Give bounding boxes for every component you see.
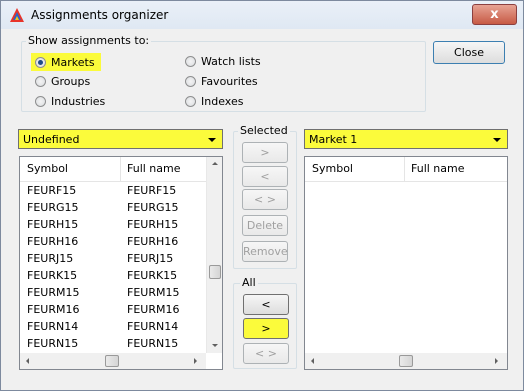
assignments-organizer-window: Assignments organizer x Show assignments… bbox=[0, 0, 524, 391]
radio-groups[interactable]: Groups bbox=[35, 73, 90, 89]
symbol-cell: FEURK15 bbox=[27, 269, 78, 282]
table-row[interactable]: FEURG15 FEURG15 bbox=[20, 199, 206, 216]
show-assignments-legend: Show assignments to: bbox=[26, 34, 152, 47]
scroll-down-icon[interactable] bbox=[212, 344, 218, 347]
all-group: All < > < > bbox=[233, 276, 297, 369]
table-row[interactable]: FEURF15 FEURF15 bbox=[20, 182, 206, 199]
table-row[interactable]: FEURN14 FEURN14 bbox=[20, 318, 206, 335]
column-divider bbox=[120, 157, 121, 181]
left-vertical-scrollbar[interactable] bbox=[206, 157, 222, 353]
left-hscroll-thumb[interactable] bbox=[105, 355, 119, 367]
scroll-right-icon[interactable] bbox=[194, 358, 197, 364]
left-symbol-column-header[interactable]: Symbol bbox=[27, 162, 68, 175]
symbol-cell: FEURH16 bbox=[27, 235, 79, 248]
radio-markets-indicator bbox=[35, 56, 46, 68]
full-name-cell: FEURK15 bbox=[127, 269, 178, 282]
radio-watch-lists-label: Watch lists bbox=[201, 54, 261, 68]
left-fullname-column-header[interactable]: Full name bbox=[127, 162, 181, 175]
left-combo-value: Undefined bbox=[23, 133, 80, 146]
radio-watch-lists[interactable]: Watch lists bbox=[185, 53, 261, 69]
radio-industries-label: Industries bbox=[51, 94, 106, 108]
all-move-right-button[interactable]: > bbox=[243, 318, 289, 339]
all-legend: All bbox=[240, 276, 258, 289]
close-button[interactable]: Close bbox=[433, 41, 505, 64]
title-bar: Assignments organizer x bbox=[1, 1, 523, 29]
table-row[interactable]: FEURK15 FEURK15 bbox=[20, 267, 206, 284]
radio-industries[interactable]: Industries bbox=[35, 93, 105, 109]
symbol-cell: FEURH15 bbox=[27, 218, 79, 231]
full-name-cell: FEURH16 bbox=[127, 235, 179, 248]
table-row[interactable]: FEURN15 FEURN15 bbox=[20, 335, 206, 352]
scroll-left-icon[interactable] bbox=[26, 358, 29, 364]
radio-watch-lists-indicator bbox=[185, 55, 196, 67]
symbol-cell: FEURM15 bbox=[27, 286, 80, 299]
selected-move-left-button[interactable]: < bbox=[242, 166, 288, 187]
scroll-up-icon[interactable] bbox=[212, 162, 218, 165]
right-hscroll-thumb[interactable] bbox=[399, 355, 413, 367]
full-name-cell: FEURM16 bbox=[127, 303, 180, 316]
selected-swap-button[interactable]: < > bbox=[242, 189, 288, 210]
radio-favourites-indicator bbox=[185, 75, 196, 87]
left-horizontal-scrollbar[interactable] bbox=[20, 353, 206, 369]
table-row[interactable]: FEURH15 FEURH15 bbox=[20, 216, 206, 233]
chevron-down-icon bbox=[208, 138, 216, 142]
window-close-button[interactable]: x bbox=[472, 4, 517, 25]
radio-favourites[interactable]: Favourites bbox=[185, 73, 258, 89]
full-name-cell: FEURM15 bbox=[127, 286, 180, 299]
symbol-cell: FEURN15 bbox=[27, 337, 79, 350]
all-move-left-button[interactable]: < bbox=[243, 294, 289, 315]
scroll-left-icon[interactable] bbox=[311, 358, 314, 364]
symbol-cell: FEURN14 bbox=[27, 320, 79, 333]
full-name-cell: FEURH15 bbox=[127, 218, 179, 231]
radio-industries-indicator bbox=[35, 95, 46, 107]
selected-move-right-button[interactable]: > bbox=[242, 142, 288, 163]
radio-markets[interactable]: Markets bbox=[31, 53, 101, 71]
full-name-cell: FEURN15 bbox=[127, 337, 179, 350]
left-vscroll-thumb[interactable] bbox=[209, 265, 221, 279]
table-row[interactable]: FEURJ15 FEURJ15 bbox=[20, 250, 206, 267]
table-row[interactable]: FEURH16 FEURH16 bbox=[20, 233, 206, 250]
symbol-cell: FEURG15 bbox=[27, 201, 79, 214]
right-symbol-column-header[interactable]: Symbol bbox=[312, 162, 353, 175]
full-name-cell: FEURN14 bbox=[127, 320, 179, 333]
selected-group: Selected > < < > Delete Remove bbox=[233, 124, 297, 269]
symbol-cell: FEURJ15 bbox=[27, 252, 74, 265]
delete-button[interactable]: Delete bbox=[242, 215, 288, 236]
radio-favourites-label: Favourites bbox=[201, 74, 258, 88]
full-name-cell: FEURF15 bbox=[127, 184, 177, 197]
radio-groups-label: Groups bbox=[51, 74, 91, 88]
column-divider bbox=[404, 157, 405, 181]
selected-legend: Selected bbox=[238, 124, 290, 137]
all-swap-button[interactable]: < > bbox=[243, 343, 289, 364]
radio-indexes[interactable]: Indexes bbox=[185, 93, 243, 109]
right-fullname-column-header[interactable]: Full name bbox=[411, 162, 465, 175]
scroll-right-icon[interactable] bbox=[495, 358, 498, 364]
chevron-down-icon bbox=[493, 138, 501, 142]
full-name-cell: FEURJ15 bbox=[127, 252, 174, 265]
symbol-cell: FEURM16 bbox=[27, 303, 80, 316]
show-assignments-group: Show assignments to: Markets Groups Indu… bbox=[21, 34, 426, 112]
left-symbol-list[interactable]: Symbol Full name FEURF15 FEURF15 FEURG15 FE… bbox=[19, 156, 223, 370]
right-target-combo[interactable]: Market 1 bbox=[304, 129, 508, 149]
table-row[interactable]: FEURM16 FEURM16 bbox=[20, 301, 206, 318]
table-row[interactable]: FEURM15 FEURM15 bbox=[20, 284, 206, 301]
right-symbol-list[interactable]: Symbol Full name bbox=[304, 156, 508, 370]
left-list-header: Symbol Full name bbox=[20, 157, 206, 182]
left-source-combo[interactable]: Undefined bbox=[18, 129, 223, 149]
full-name-cell: FEURG15 bbox=[127, 201, 179, 214]
radio-indexes-label: Indexes bbox=[201, 94, 244, 108]
right-list-header: Symbol Full name bbox=[305, 157, 507, 182]
remove-button[interactable]: Remove bbox=[242, 241, 288, 262]
radio-groups-indicator bbox=[35, 75, 46, 87]
symbol-cell: FEURF15 bbox=[27, 184, 77, 197]
right-combo-value: Market 1 bbox=[309, 133, 358, 146]
radio-markets-label: Markets bbox=[51, 55, 95, 69]
window-title: Assignments organizer bbox=[31, 8, 169, 22]
right-horizontal-scrollbar[interactable] bbox=[305, 353, 507, 369]
radio-indexes-indicator bbox=[185, 95, 196, 107]
app-logo-icon bbox=[10, 8, 24, 22]
